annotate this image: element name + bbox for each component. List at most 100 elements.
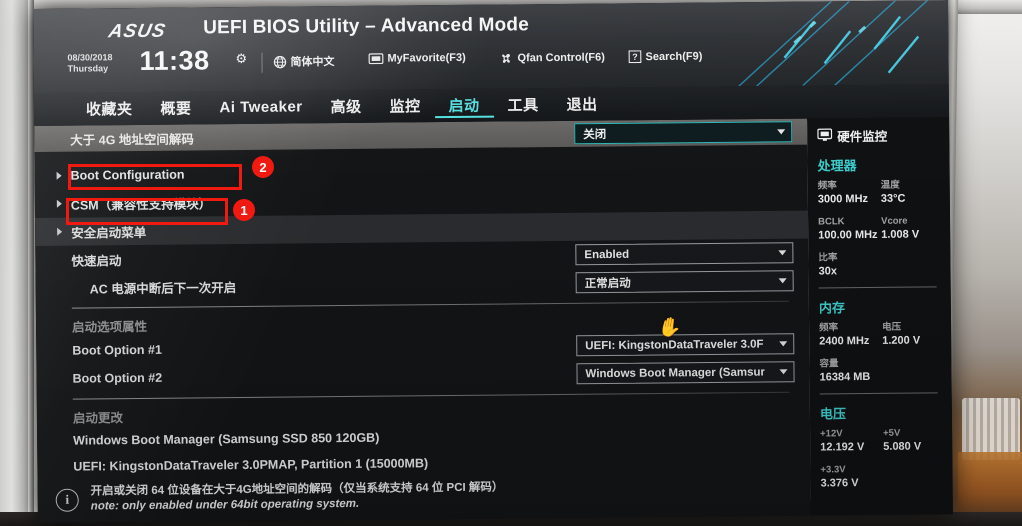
chevron-down-icon	[779, 369, 788, 375]
fast-boot-dropdown[interactable]: Enabled	[575, 242, 794, 266]
boot-option-2-dropdown[interactable]: Windows Boot Manager (Samsur	[576, 361, 795, 385]
cpu-frequency-value: 3000 MHz	[817, 192, 869, 206]
ac-power-loss-label: AC 电源中断后下一次开启	[89, 280, 237, 296]
boot-option-1-dropdown[interactable]: UEFI: KingstonDataTraveler 3.0F	[576, 333, 795, 357]
voltage-33v-key: +3.3V	[820, 464, 846, 476]
tab-tool[interactable]: 工具	[493, 92, 552, 118]
sidebar-section-cpu: 处理器	[817, 158, 857, 174]
row-ac-power-loss[interactable]: AC 电源中断后下一次开启 正常启动	[36, 267, 809, 302]
ratio-value: 30x	[818, 265, 837, 278]
sidebar-divider	[818, 286, 937, 289]
ac-power-loss-value: 正常启动	[584, 277, 631, 290]
bios-header: ASUS UEFI BIOS Utility – Advanced Mode 0…	[33, 0, 949, 93]
chevron-right-icon	[56, 171, 62, 180]
tab-advanced[interactable]: 高级	[316, 94, 375, 120]
cpu-row-1: 频率 3000 MHz 温度 33°C	[818, 178, 950, 206]
annotation-marker-1: 1	[233, 199, 255, 221]
boot-options-section-label: 启动选项属性	[71, 319, 148, 335]
system-clock: 11:38	[139, 45, 210, 76]
voltage-row-2: +3.3V 3.376 V	[820, 462, 952, 490]
svg-text:?: ?	[632, 52, 638, 62]
divider	[72, 391, 790, 400]
tab-monitor[interactable]: 监控	[375, 93, 434, 119]
date-value: 08/30/2018	[67, 52, 113, 63]
bclk-key: BCLK	[818, 216, 845, 228]
tab-boot[interactable]: 启动	[434, 92, 494, 119]
favorite-icon	[368, 53, 384, 65]
help-text: 开启或关闭 64 位设备在大于4G地址空间的解码（仅当系统支持 64 位 PCI…	[91, 481, 504, 515]
background-object-rack	[962, 398, 1020, 460]
question-icon: ?	[628, 50, 642, 64]
chevron-right-icon	[56, 199, 62, 208]
row-boot-option-2[interactable]: Boot Option #2 Windows Boot Manager (Sam…	[36, 358, 809, 393]
language-selector[interactable]: 简体中文	[273, 53, 335, 70]
weekday-value: Thursday	[67, 63, 109, 74]
tab-ai-tweaker[interactable]: Ai Tweaker	[205, 96, 316, 118]
settings-panel: 大于 4G 地址空间解码 关闭 Boot Configuration CSM（兼…	[34, 118, 811, 523]
fast-boot-label: 快速启动	[71, 253, 122, 269]
voltage-row-1: +12V 12.192 V +5V 5.080 V	[820, 426, 952, 454]
bios-body: 大于 4G 地址空间解码 关闭 Boot Configuration CSM（兼…	[34, 117, 953, 523]
monitor-icon	[817, 128, 833, 144]
above-4g-label: 大于 4G 地址空间解码	[70, 131, 194, 148]
tab-main[interactable]: 概要	[146, 95, 205, 121]
qfan-control-button[interactable]: Qfan Control(F6)	[498, 51, 605, 66]
chevron-right-icon	[57, 227, 63, 236]
bios-screen: ASUS UEFI BIOS Utility – Advanced Mode 0…	[33, 0, 953, 523]
cpu-row-2: BCLK 100.00 MHz Vcore 1.008 V	[818, 214, 950, 242]
fan-icon	[498, 51, 513, 65]
tab-exit[interactable]: 退出	[553, 91, 612, 117]
boot-option-2-value: Windows Boot Manager (Samsur	[585, 365, 766, 380]
voltage-5v-key: +5V	[883, 427, 901, 439]
memory-voltage-key: 电压	[882, 321, 902, 333]
voltage-5v-value: 5.080 V	[883, 440, 922, 453]
asus-logo: ASUS	[106, 20, 168, 43]
csm-label: CSM（兼容性支持模块）	[70, 196, 212, 213]
secure-boot-label: 安全启动菜单	[71, 225, 147, 241]
globe-icon	[273, 55, 287, 68]
chevron-down-icon	[778, 250, 787, 256]
ac-power-loss-dropdown[interactable]: 正常启动	[575, 270, 794, 294]
memory-capacity-value: 16384 MB	[819, 370, 871, 384]
memory-frequency-value: 2400 MHz	[819, 334, 870, 348]
vcore-key: Vcore	[881, 215, 908, 227]
hand-pointer-cursor: ✋	[656, 316, 684, 341]
cpu-temperature-key: 温度	[880, 179, 900, 191]
tab-favorites[interactable]: 收藏夹	[72, 96, 147, 122]
qfan-label: Qfan Control(F6)	[517, 51, 605, 65]
chevron-down-icon	[777, 129, 786, 135]
myfavorite-button[interactable]: MyFavorite(F3)	[368, 51, 466, 65]
boot-change-section-label: 启动更改	[72, 410, 124, 426]
search-label: Search(F9)	[645, 50, 703, 63]
cpu-row-3: 比率 30x	[818, 250, 950, 278]
voltage-12v-value: 12.192 V	[820, 441, 865, 454]
monitor-photo: ASUS UEFI BIOS Utility – Advanced Mode 0…	[0, 0, 1022, 526]
gear-icon[interactable]: ⚙	[235, 51, 247, 67]
fast-boot-value: Enabled	[584, 248, 630, 261]
boot-option-2-label: Boot Option #2	[72, 370, 163, 386]
header-decoration	[738, 0, 935, 87]
annotation-marker-2: 2	[252, 156, 274, 178]
help-text-line-2: note: only enabled under 64bit operating…	[90, 497, 360, 513]
language-label: 简体中文	[290, 56, 335, 69]
memory-voltage-value: 1.200 V	[882, 334, 921, 347]
header-divider-1	[261, 52, 263, 73]
cpu-frequency-key: 频率	[817, 180, 837, 192]
chevron-down-icon	[779, 341, 788, 347]
boot-configuration-label: Boot Configuration	[70, 167, 185, 183]
sidebar-section-voltage: 电压	[819, 406, 847, 422]
above-4g-dropdown[interactable]: 关闭	[574, 121, 793, 145]
voltage-33v-value: 3.376 V	[820, 477, 859, 490]
system-date: 08/30/2018 Thursday	[67, 52, 112, 74]
page-title: UEFI BIOS Utility – Advanced Mode	[203, 14, 530, 39]
ratio-key: 比率	[818, 252, 838, 264]
voltage-12v-key: +12V	[820, 428, 843, 440]
search-button[interactable]: ? Search(F9)	[628, 50, 702, 64]
boot-option-1-label: Boot Option #1	[72, 342, 162, 358]
help-bar: i 开启或关闭 64 位设备在大于4G地址空间的解码（仅当系统支持 64 位 P…	[38, 478, 811, 515]
sidebar-divider	[819, 392, 938, 395]
vcore-value: 1.008 V	[881, 228, 920, 241]
hardware-monitor-label: 硬件监控	[837, 129, 888, 145]
memory-row-2: 容量 16384 MB	[819, 356, 951, 384]
myfavorite-label: MyFavorite(F3)	[387, 51, 466, 65]
